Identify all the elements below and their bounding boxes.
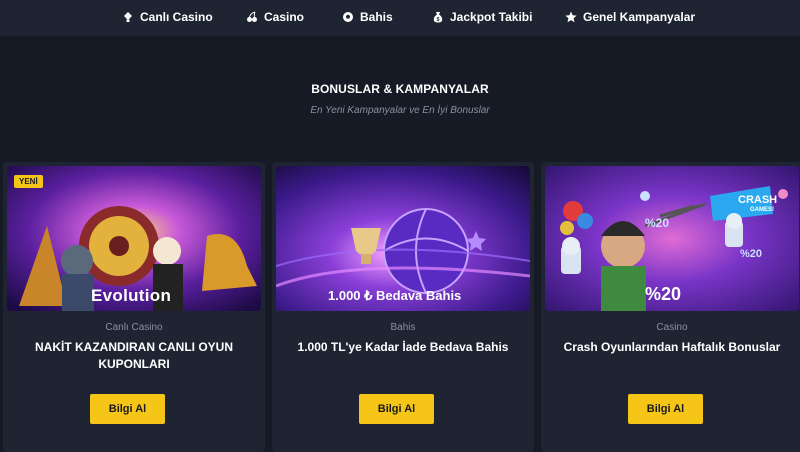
nav-item-bahis[interactable]: Bahis [342, 0, 393, 34]
nav-item-label: Bahis [360, 10, 393, 24]
nav-item-label: Jackpot Takibi [450, 10, 533, 24]
promo-card: CRASH GAMES! %20 %20 %20 Casino Crash Oy… [541, 162, 800, 452]
nav-item-canli-casino[interactable]: Canlı Casino [122, 0, 213, 34]
nav-item-label: Genel Kampanyalar [583, 10, 696, 24]
promo-card: 1.000 ₺ Bedava Bahis Bahis 1.000 TL'ye K… [272, 162, 534, 452]
nav-item-casino[interactable]: Casino [246, 0, 304, 34]
cherry-icon [246, 11, 258, 23]
promo-image-caption: %20 [645, 284, 682, 304]
card-title: 1.000 TL'ye Kadar İade Bedava Bahis [297, 340, 509, 354]
section-title: BONUSLAR & KAMPANYALAR [311, 82, 489, 96]
games-caption: GAMES! [750, 207, 774, 213]
section-subtitle: En Yeni Kampanyalar ve En İyi Bonuslar [310, 105, 490, 116]
percent-caption-small: %20 [645, 216, 670, 230]
info-button[interactable]: Bilgi Al [628, 394, 703, 424]
card-category: Canlı Casino [105, 322, 163, 333]
promo-image[interactable]: YENİ Evolution [7, 166, 261, 311]
new-badge: YENİ [14, 175, 43, 188]
star-icon [565, 11, 577, 23]
promo-card: YENİ Evolution Canlı Casino NAKİT KAZAND… [3, 162, 265, 452]
crash-caption: CRASH [738, 194, 778, 206]
nav-item-jackpot-takibi[interactable]: $ Jackpot Takibi [432, 0, 532, 34]
info-button[interactable]: Bilgi Al [359, 394, 434, 424]
nav-item-label: Canlı Casino [140, 10, 213, 24]
promo-image[interactable]: CRASH GAMES! %20 %20 %20 [545, 166, 799, 311]
card-title: Crash Oyunlarından Haftalık Bonuslar [563, 340, 781, 354]
promo-image-caption: Evolution [91, 286, 172, 305]
soccer-ball-icon [342, 11, 354, 23]
card-title: NAKİT KAZANDIRAN CANLI OYUN KUPONLARI [35, 340, 233, 371]
svg-text:$: $ [437, 17, 440, 23]
promo-image-caption: 1.000 ₺ Bedava Bahis [328, 288, 462, 303]
top-navigation: Canlı Casino Casino Bahis $ Jackpot Taki… [0, 0, 800, 36]
live-casino-icon [122, 11, 134, 23]
promo-image[interactable]: 1.000 ₺ Bedava Bahis [276, 166, 530, 311]
card-category: Casino [656, 322, 688, 333]
info-button[interactable]: Bilgi Al [90, 394, 165, 424]
money-bag-icon: $ [432, 11, 444, 23]
nav-item-label: Casino [264, 10, 305, 24]
percent-caption-right: %20 [740, 248, 763, 260]
card-category: Bahis [390, 322, 416, 333]
nav-item-genel-kampanyalar[interactable]: Genel Kampanyalar [565, 0, 695, 34]
